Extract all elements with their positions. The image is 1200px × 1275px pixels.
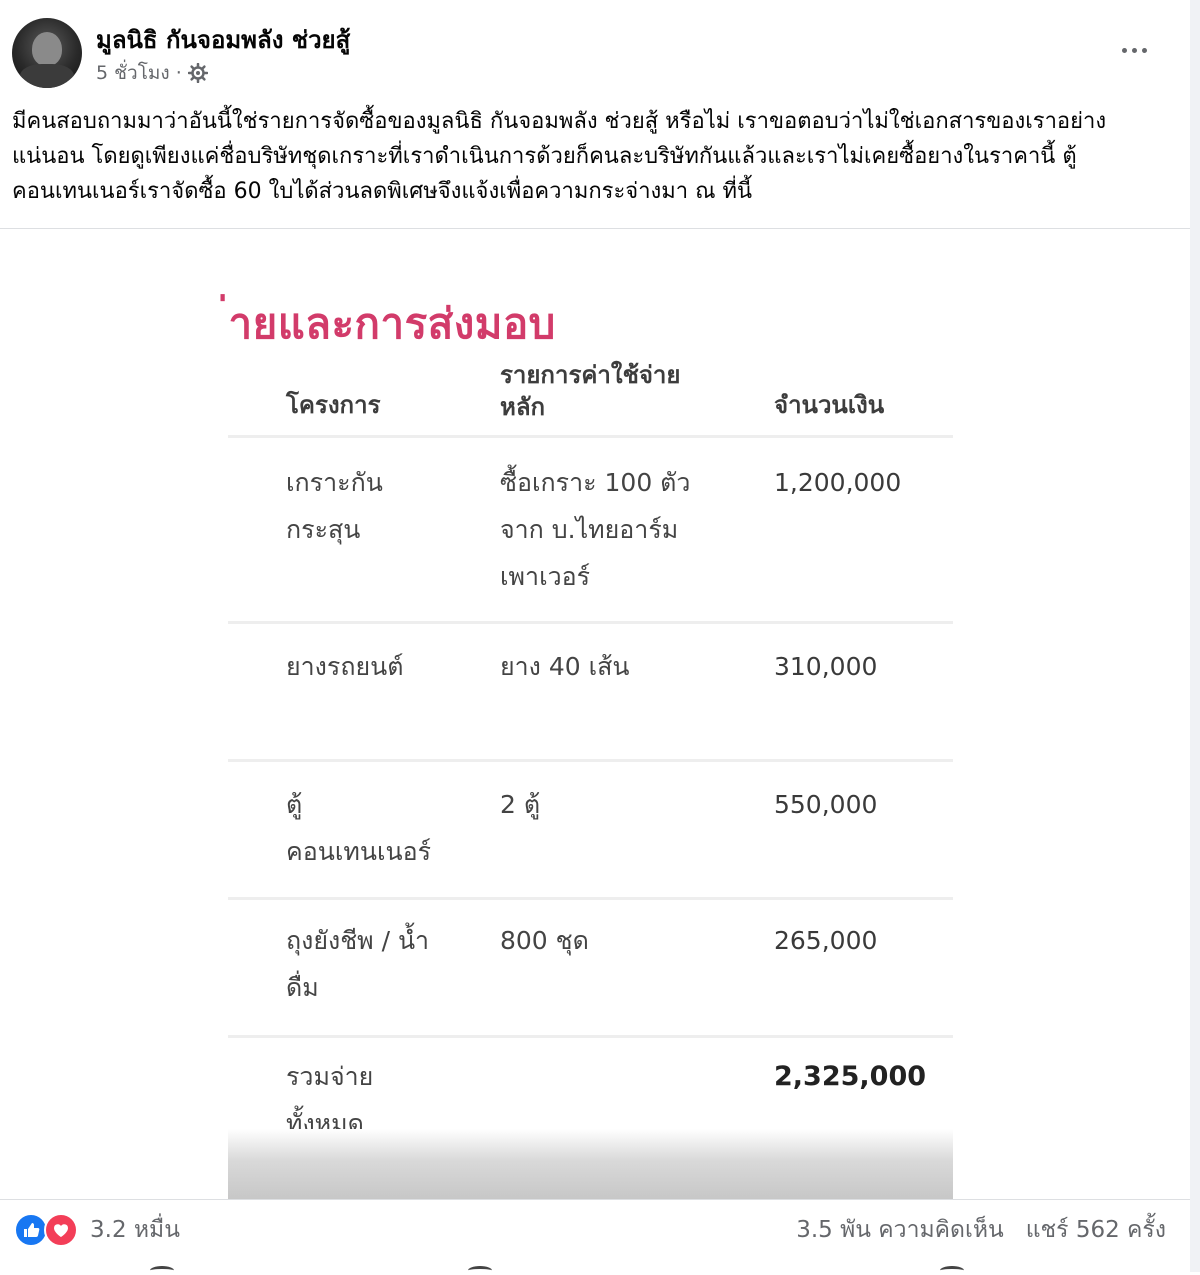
action-bar-cutoff — [0, 1262, 1190, 1272]
row-4-project: ถุงยังชีพ / น้ำ ดื่ม — [286, 917, 429, 1011]
comment-count[interactable]: 3.5 พัน ความคิดเห็น — [796, 1212, 1004, 1248]
cutoff-glyph — [940, 1266, 964, 1275]
row-4-project-line2: ดื่ม — [286, 973, 319, 1002]
divider — [0, 1199, 1190, 1200]
header-expense: รายการค่าใช้จ่าย หลัก — [500, 359, 680, 423]
reaction-count[interactable]: 3.2 หมื่น — [90, 1212, 180, 1248]
page-scrollbar[interactable] — [1190, 0, 1200, 1272]
row-3-expense: 2 ตู้ — [500, 790, 541, 819]
table-divider — [228, 435, 953, 438]
row-4-amount: 265,000 — [774, 926, 878, 955]
heart-icon — [44, 1213, 78, 1247]
total-amount: 2,325,000 — [774, 1061, 927, 1092]
gear-icon[interactable] — [187, 63, 208, 83]
header-expense-line1: รายการค่าใช้จ่าย — [500, 361, 681, 389]
engagement-counts: 3.5 พัน ความคิดเห็น แชร์ 562 ครั้ง — [796, 1212, 1166, 1248]
author-name[interactable]: มูลนิธิ กันจอมพลัง ช่วยสู้ — [96, 20, 350, 59]
row-1-expense-line2: จาก บ.ไทยอาร์ม — [500, 515, 679, 544]
document-heading: ่ายและการส่งมอบ — [228, 299, 556, 348]
reaction-icons — [14, 1213, 80, 1247]
like-icon — [14, 1213, 48, 1247]
facebook-post: มูลนิธิ กันจอมพลัง ช่วยสู้ 5 ชั่วโมง · ม… — [0, 0, 1191, 1272]
post-timestamp[interactable]: 5 ชั่วโมง — [96, 58, 170, 88]
row-4-project-line1: ถุงยังชีพ / น้ำ — [286, 926, 430, 955]
row-3-project: ตู้ คอนเทนเนอร์ — [286, 781, 431, 875]
row-1-project-line2: กระสุน — [286, 515, 361, 544]
row-1-amount: 1,200,000 — [774, 468, 902, 497]
dot-icon — [1121, 47, 1127, 53]
header-project: โครงการ — [286, 391, 381, 419]
row-3-amount: 550,000 — [774, 790, 878, 819]
row-1-project: เกราะกัน กระสุน — [286, 459, 383, 553]
row-3-project-line1: ตู้ — [286, 790, 303, 819]
meta-separator: · — [175, 62, 182, 84]
row-1-expense: ซื้อเกราะ 100 ตัว จาก บ.ไทยอาร์ม เพาเวอร… — [500, 459, 690, 600]
expense-document: ่ายและการส่งมอบ โครงการ รายการค่าใช้จ่าย… — [228, 229, 953, 1199]
avatar-body — [20, 64, 74, 88]
row-2-project: ยางรถยนต์ — [286, 652, 404, 681]
row-2-expense: ยาง 40 เส้น — [500, 652, 630, 681]
table-divider — [228, 897, 953, 900]
row-4-expense: 800 ชุด — [500, 926, 589, 955]
post-text: มีคนสอบถามมาว่าอันนี้ใช่รายการจัดซื้อของ… — [12, 109, 1107, 204]
row-1-expense-line1: ซื้อเกราะ 100 ตัว — [500, 468, 691, 497]
avatar-face — [32, 32, 62, 66]
header-expense-line2: หลัก — [500, 393, 546, 421]
table-divider — [228, 621, 953, 624]
post-image[interactable]: ่ายและการส่งมอบ โครงการ รายการค่าใช้จ่าย… — [0, 229, 1190, 1199]
dot-icon — [1131, 47, 1137, 53]
post-meta: 5 ชั่วโมง · — [96, 58, 208, 88]
row-3-project-line2: คอนเทนเนอร์ — [286, 837, 432, 866]
reactions-summary[interactable]: 3.2 หมื่น — [14, 1212, 180, 1248]
header-amount: จำนวนเงิน — [774, 391, 885, 419]
table-divider — [228, 1035, 953, 1038]
more-options-button[interactable] — [1114, 30, 1154, 70]
cutoff-glyph — [468, 1266, 492, 1275]
cutoff-glyph — [150, 1266, 174, 1275]
table-divider — [228, 759, 953, 762]
author-avatar[interactable] — [12, 18, 82, 88]
share-count[interactable]: แชร์ 562 ครั้ง — [1026, 1212, 1166, 1248]
post-header: มูลนิธิ กันจอมพลัง ช่วยสู้ 5 ชั่วโมง · — [0, 0, 1190, 100]
dot-icon — [1141, 47, 1147, 53]
row-2-amount: 310,000 — [774, 652, 878, 681]
image-bottom-shadow — [228, 1129, 953, 1199]
row-1-expense-line3: เพาเวอร์ — [500, 562, 591, 591]
row-1-project-line1: เกราะกัน — [286, 468, 383, 497]
total-label-line1: รวมจ่าย — [286, 1062, 374, 1091]
